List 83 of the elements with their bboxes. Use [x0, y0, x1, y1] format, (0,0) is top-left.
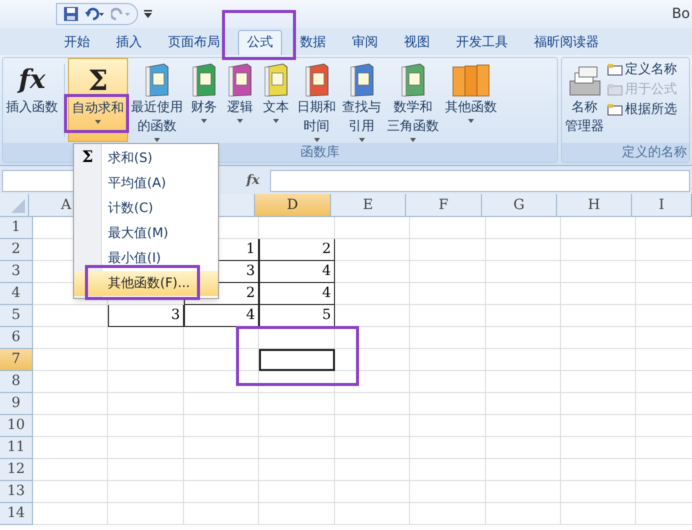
- tag-icon: [607, 103, 623, 117]
- column-header[interactable]: H: [557, 194, 632, 216]
- tag-icon: [607, 83, 623, 97]
- function-icon: fx: [18, 63, 46, 97]
- menu-item[interactable]: 其他函数(F)...: [74, 271, 218, 296]
- ribbon-button[interactable]: 文本: [258, 58, 294, 142]
- row-header[interactable]: 3: [0, 261, 33, 283]
- column-header[interactable]: D: [255, 194, 331, 216]
- ribbon-button[interactable]: 财务: [186, 58, 222, 142]
- table-cell: 4: [259, 283, 335, 305]
- ribbon-tab[interactable]: 公式: [238, 30, 282, 55]
- row-header[interactable]: 2: [0, 239, 33, 261]
- row-header[interactable]: 8: [0, 371, 33, 393]
- sigma-icon: Σ: [82, 146, 94, 168]
- menu-item[interactable]: 平均值(A): [74, 171, 218, 196]
- corner-triangle-icon: [11, 199, 25, 213]
- ribbon-button[interactable]: 日期和 时间: [294, 58, 339, 142]
- table-cell: 4: [184, 305, 259, 327]
- button-label: 财务: [191, 99, 217, 117]
- column-header[interactable]: G: [482, 194, 557, 216]
- column-header[interactable]: E: [331, 194, 406, 216]
- ribbon-button[interactable]: fx 插入函数: [3, 58, 61, 142]
- highlight-frame: [64, 94, 129, 133]
- ribbon-tab[interactable]: 视图: [396, 30, 438, 55]
- row-header[interactable]: 9: [0, 393, 33, 415]
- group-label: 定义的名称: [622, 144, 687, 162]
- ribbon-tab[interactable]: 数据: [292, 30, 334, 55]
- ribbon-button[interactable]: 查找与 引用: [339, 58, 384, 142]
- ribbon-button[interactable]: 最近使用 的函数: [128, 58, 186, 142]
- column-header[interactable]: F: [406, 194, 482, 216]
- button-label: 插入函数: [6, 99, 58, 117]
- button-label: 数学和: [394, 99, 432, 117]
- ribbon-tab[interactable]: 开始: [56, 30, 98, 55]
- button-label: 管理器: [565, 118, 604, 136]
- button-label: 逻辑: [227, 99, 253, 117]
- ribbon-tab[interactable]: 开发工具: [448, 30, 516, 55]
- save-icon[interactable]: [63, 6, 79, 22]
- ribbon-button[interactable]: 其他函数: [442, 58, 500, 142]
- row-header[interactable]: 1: [0, 217, 33, 239]
- window-title: Bo: [672, 4, 690, 24]
- ribbon-small-button[interactable]: 定义名称: [607, 60, 677, 80]
- button-label: 自动求和: [72, 100, 124, 118]
- button-label: 的函数: [138, 118, 176, 136]
- row-header[interactable]: 13: [0, 481, 33, 503]
- sigma-icon: Σ: [88, 64, 108, 98]
- row-header[interactable]: 6: [0, 327, 33, 349]
- formula-input-field[interactable]: [270, 170, 690, 192]
- button-label: 最近使用: [131, 99, 183, 117]
- row-header[interactable]: 12: [0, 459, 33, 481]
- table-cell: 5: [259, 305, 335, 327]
- row-header[interactable]: 4: [0, 283, 33, 305]
- customize-toolbar-icon[interactable]: [144, 10, 152, 18]
- ribbon-tab[interactable]: 审阅: [344, 30, 386, 55]
- ribbon-tab[interactable]: 福昕阅读器: [526, 30, 607, 55]
- ribbon-button[interactable]: Σ 自动求和: [68, 58, 128, 142]
- button-label: 时间: [304, 118, 330, 136]
- ribbon-tab[interactable]: 页面布局: [160, 30, 228, 55]
- row-header[interactable]: 14: [0, 503, 33, 525]
- ribbon-tab[interactable]: 插入: [108, 30, 150, 55]
- books-icon: [451, 63, 491, 97]
- row-header[interactable]: 7: [0, 349, 33, 371]
- button-label: 文本: [263, 99, 289, 117]
- ribbon-button[interactable]: 数学和 三角函数: [384, 58, 442, 142]
- table-cell: 4: [259, 261, 335, 283]
- ribbon-button[interactable]: 逻辑: [222, 58, 258, 142]
- button-label: 日期和: [297, 99, 336, 117]
- button-label: 其他函数: [445, 99, 497, 117]
- ribbon-small-button[interactable]: 根据所选: [607, 100, 677, 120]
- tag-icon: [607, 63, 623, 77]
- column-header[interactable]: I: [632, 194, 692, 216]
- table-cell: 2: [259, 239, 335, 261]
- button-label: 引用: [348, 118, 374, 136]
- button-label: 查找与: [342, 99, 381, 117]
- group-label: 函数库: [300, 144, 340, 162]
- button-label: 名称: [572, 99, 598, 117]
- button-label: 三角函数: [387, 118, 439, 136]
- ribbon-button[interactable]: 名称 管理器: [562, 58, 607, 142]
- row-header[interactable]: 10: [0, 415, 33, 437]
- row-header[interactable]: 5: [0, 305, 33, 327]
- insert-function-button[interactable]: fx: [240, 170, 266, 192]
- table-cell: 3: [108, 305, 184, 327]
- undo-icon[interactable]: [85, 7, 105, 21]
- row-header[interactable]: 11: [0, 437, 33, 459]
